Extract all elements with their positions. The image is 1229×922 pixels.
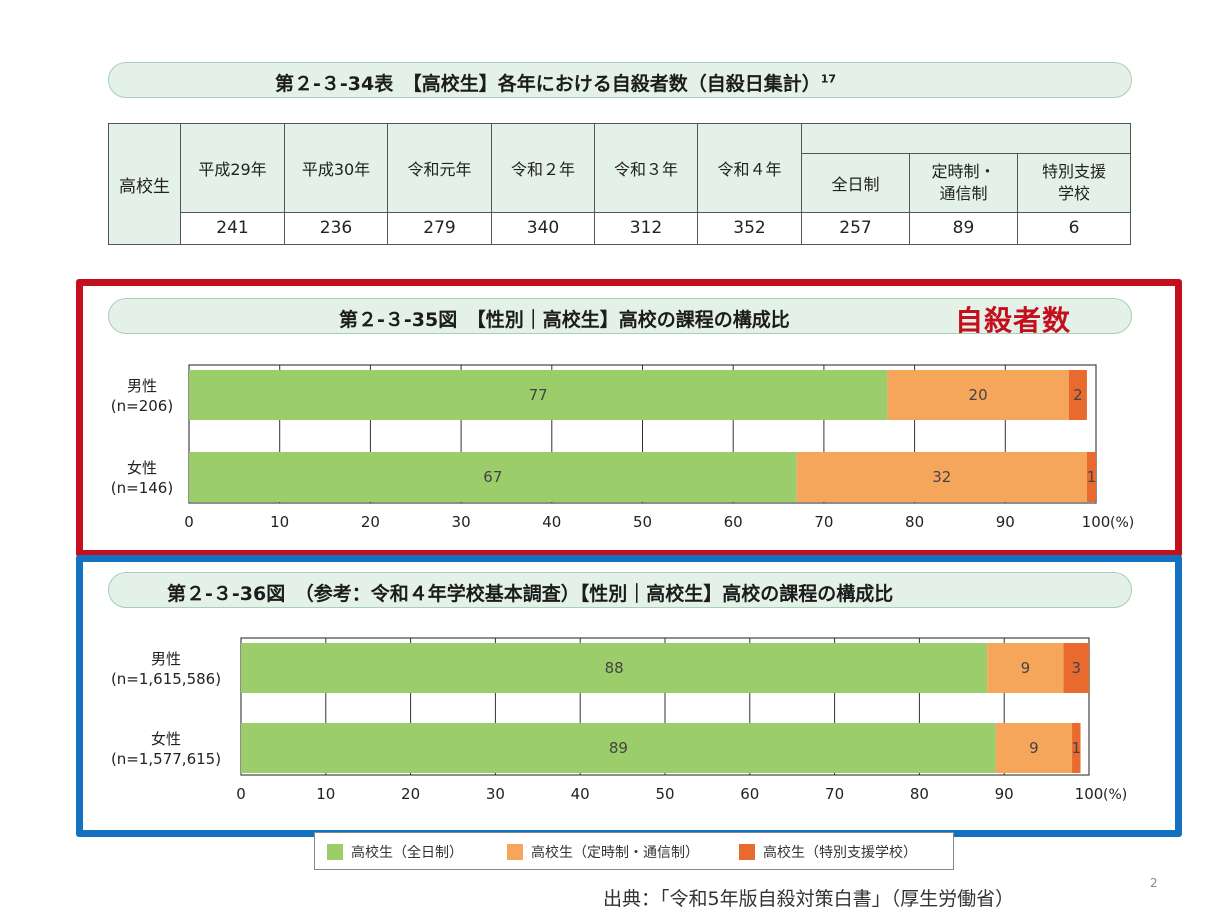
table-cell: 312 xyxy=(594,211,698,246)
x-tick-label: 30 xyxy=(452,513,471,531)
table-cell: 6 xyxy=(1016,211,1132,246)
x-tick-label: 70 xyxy=(825,785,844,803)
table34-title-bar: 第２-３-34表 【高校生】各年における自殺者数（自殺日集計）17 xyxy=(108,62,1132,98)
legend: 高校生（全日制） 高校生（定時制・通信制） 高校生（特別支援学校） xyxy=(314,832,954,870)
category-n-label: (n=1,577,615) xyxy=(111,750,221,768)
data-label: 67 xyxy=(483,468,502,486)
table-cell: 89 xyxy=(909,211,1018,246)
table34-title: 第２-３-34表 【高校生】各年における自殺者数（自殺日集計）17 xyxy=(275,72,837,95)
data-label: 1 xyxy=(1072,739,1082,757)
year-header: 令和３年 xyxy=(594,123,698,213)
year-header: 平成30年 xyxy=(284,123,388,213)
x-tick-label: 40 xyxy=(542,513,561,531)
x-tick-label: 0 xyxy=(236,785,246,803)
year-header: 令和２年 xyxy=(491,123,595,213)
year-header: 令和元年 xyxy=(387,123,492,213)
table-cell: 236 xyxy=(284,211,388,246)
x-tick-label: 0 xyxy=(184,513,194,531)
category-label: 女性 xyxy=(151,730,181,748)
x-tick-label: 60 xyxy=(724,513,743,531)
x-tick-label: 40 xyxy=(571,785,590,803)
fig35-suicide-label: 自殺者数 xyxy=(955,304,1072,337)
table-cell: 241 xyxy=(180,211,285,246)
data-label: 89 xyxy=(609,739,628,757)
table-cell: 279 xyxy=(387,211,492,246)
page-number: 2 xyxy=(1150,876,1158,890)
category-label: 男性 xyxy=(127,377,157,395)
x-tick-label: 20 xyxy=(361,513,380,531)
legend-item-part-time: 高校生（定時制・通信制） xyxy=(507,842,699,862)
legend-swatch xyxy=(507,844,523,860)
x-tick-label: 50 xyxy=(633,513,652,531)
x-tick-label: 80 xyxy=(910,785,929,803)
x-tick-label: 10 xyxy=(316,785,335,803)
sub-header: 特別支援 学校 xyxy=(1016,153,1132,213)
data-label: 9 xyxy=(1029,739,1039,757)
x-tick-label: 60 xyxy=(740,785,759,803)
source-citation: 出典：「令和5年版自殺対策白書」（厚生労働省） xyxy=(603,888,1015,910)
x-tick-label: 80 xyxy=(905,513,924,531)
sub-header-spacer xyxy=(800,122,1132,155)
category-n-label: (n=1,615,586) xyxy=(111,670,221,688)
legend-swatch xyxy=(327,844,343,860)
x-tick-label: 100 xyxy=(1075,785,1104,803)
legend-item-special: 高校生（特別支援学校） xyxy=(739,842,917,862)
table-cell: 352 xyxy=(697,211,802,246)
sub-header: 全日制 xyxy=(801,153,910,213)
fig35-title: 第２-３-35図 【性別｜高校生】高校の課程の構成比 xyxy=(339,309,790,331)
table34-row-header: 高校生 xyxy=(108,123,181,245)
x-tick-label: 70 xyxy=(814,513,833,531)
data-label: 3 xyxy=(1072,659,1082,677)
table-cell: 257 xyxy=(801,211,910,246)
fig36-title: 第２-３-36図 （参考：令和４年学校基本調査）【性別｜高校生】高校の課程の構成… xyxy=(167,583,894,605)
sub-header: 定時制・ 通信制 xyxy=(909,153,1018,213)
x-axis-unit: (%) xyxy=(1110,515,1134,531)
x-tick-label: 90 xyxy=(995,785,1014,803)
fig35-chart: 0 10 20 30 40 50 60 70 80 90 100 (%) 77 20 2 男性 (n=206) 6… xyxy=(111,364,1134,531)
category-n-label: (n=206) xyxy=(111,397,173,415)
x-tick-label: 30 xyxy=(486,785,505,803)
x-tick-label: 10 xyxy=(270,513,289,531)
category-n-label: (n=146) xyxy=(111,479,173,497)
x-axis-unit: (%) xyxy=(1103,787,1127,803)
year-header: 令和４年 xyxy=(697,123,802,213)
year-header: 平成29年 xyxy=(180,123,285,213)
data-label: 2 xyxy=(1073,386,1083,404)
fig36-chart: 0 10 20 30 40 50 60 70 80 90 100 (%) 88 9 3 男性 (n=1,615,… xyxy=(111,637,1127,803)
data-label: 32 xyxy=(932,468,951,486)
x-tick-label: 90 xyxy=(996,513,1015,531)
category-label: 女性 xyxy=(127,459,157,477)
data-label: 9 xyxy=(1021,659,1031,677)
data-label: 88 xyxy=(605,659,624,677)
data-label: 20 xyxy=(969,386,988,404)
table34: 高校生 平成29年 平成30年 令和元年 令和２年 令和３年 令和４年 全日制 … xyxy=(108,122,1132,246)
legend-swatch xyxy=(739,844,755,860)
table34-title-sup: 17 xyxy=(820,72,837,86)
category-label: 男性 xyxy=(151,650,181,668)
fig36-title-bar: 第２-３-36図 （参考：令和４年学校基本調査）【性別｜高校生】高校の課程の構成… xyxy=(108,572,1132,608)
legend-item-full-time: 高校生（全日制） xyxy=(327,842,463,862)
x-tick-label: 100 xyxy=(1082,513,1111,531)
table-cell: 340 xyxy=(491,211,595,246)
x-tick-label: 50 xyxy=(655,785,674,803)
data-label: 77 xyxy=(529,386,548,404)
x-tick-label: 20 xyxy=(401,785,420,803)
data-label: 1 xyxy=(1087,468,1097,486)
